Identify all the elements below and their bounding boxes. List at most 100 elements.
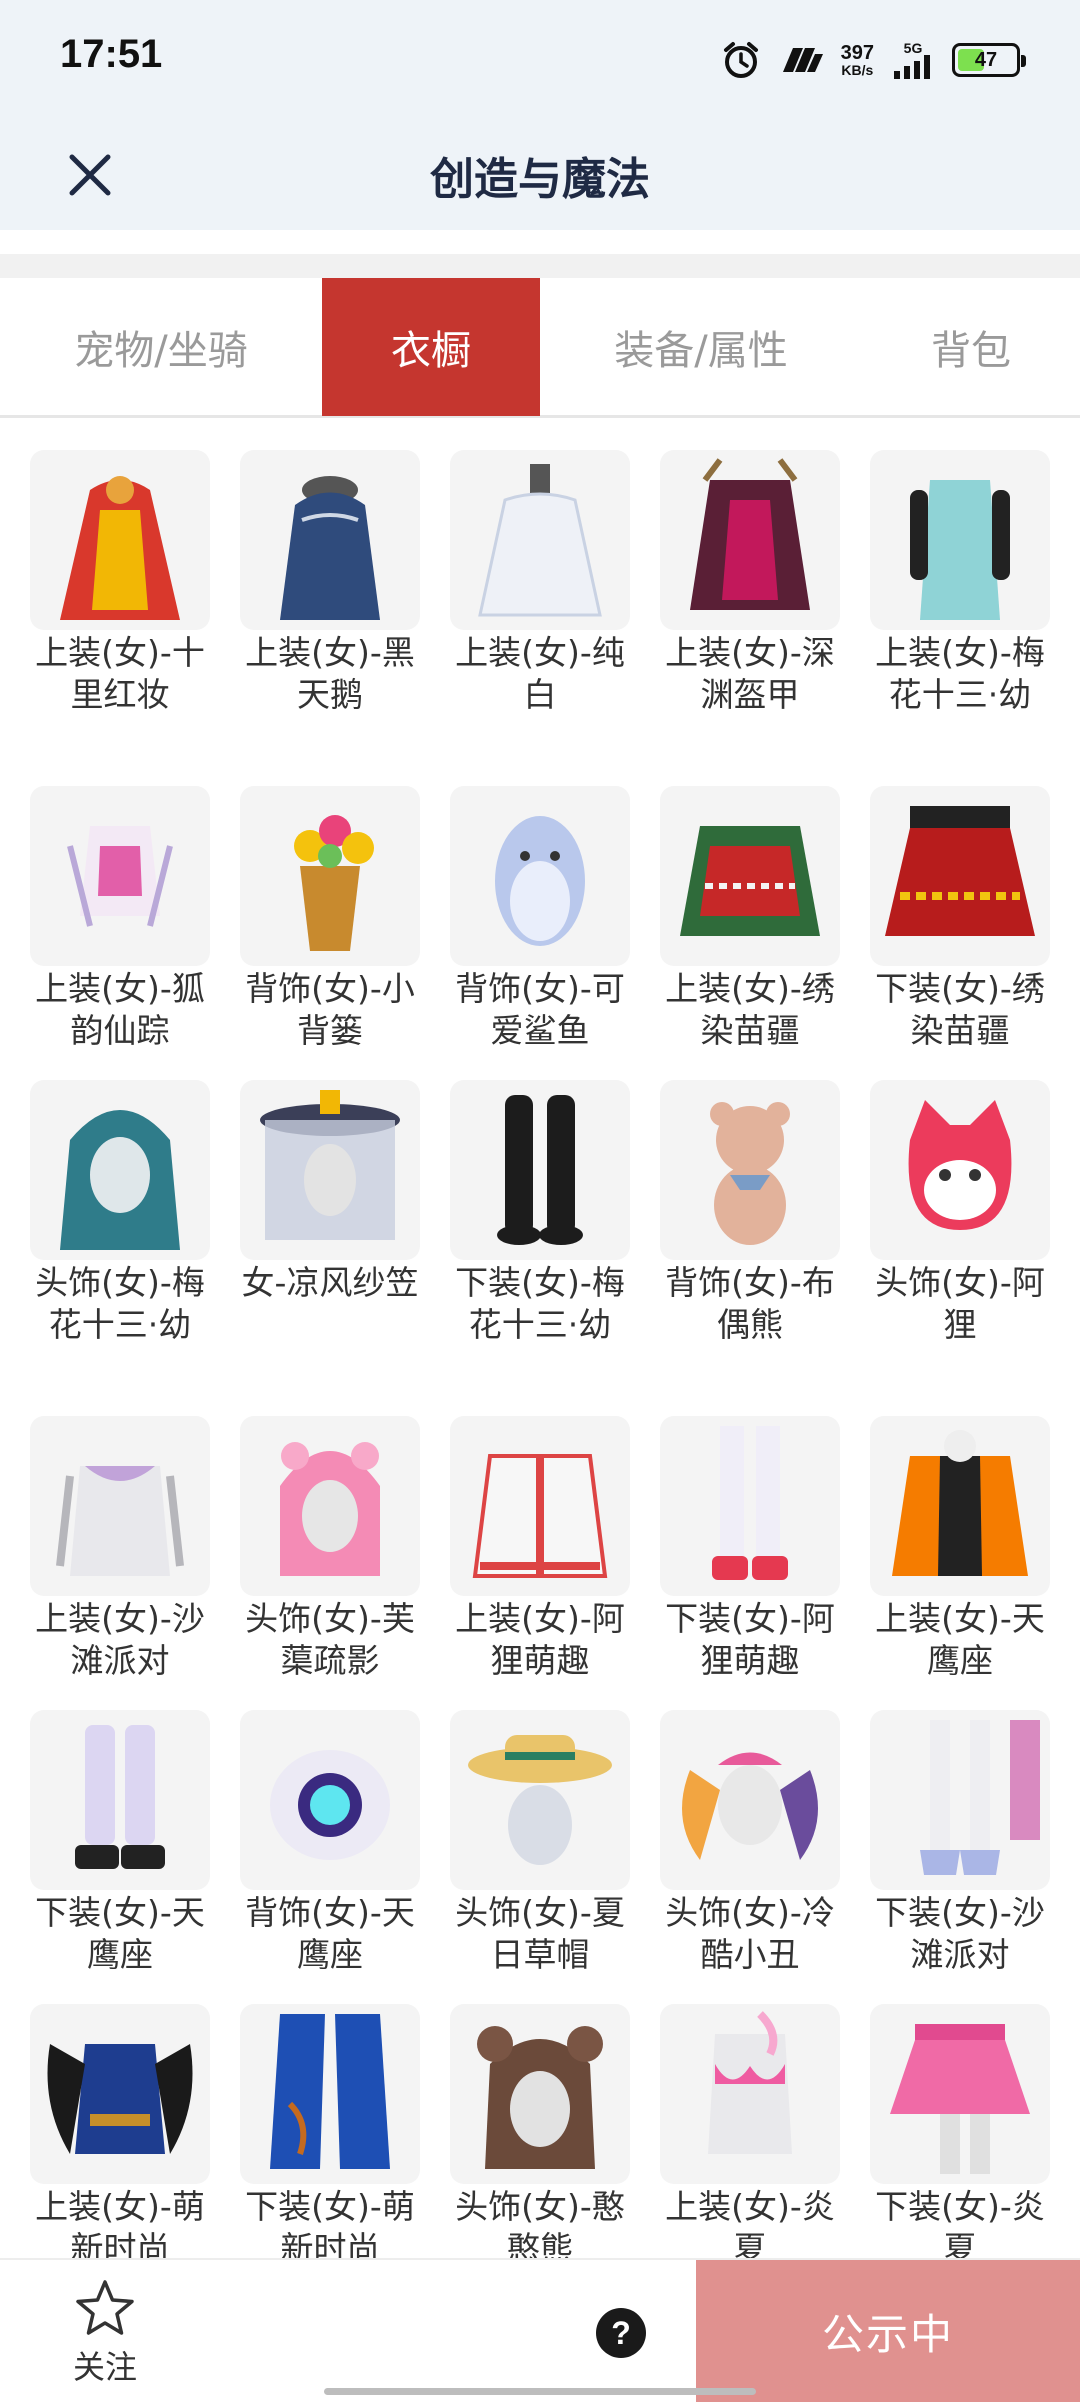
wardrobe-item-label: 下装(女)-沙滩派对 — [875, 1893, 1045, 1974]
wardrobe-item-label: 上装(女)-十里红妆 — [35, 633, 205, 714]
wardrobe-item[interactable]: 头饰(女)-阿狸 — [870, 1080, 1050, 1346]
pink-hair-icon — [240, 1416, 420, 1596]
wardrobe-item[interactable]: 下装(女)-萌新时尚 — [240, 2004, 420, 2258]
wardrobe-item-label: 背饰(女)-小背篓 — [245, 969, 415, 1050]
wardrobe-item-label: 上装(女)-绣染苗疆 — [665, 969, 835, 1050]
wardrobe-item[interactable]: 头饰(女)-憨憨熊 — [450, 2004, 630, 2258]
wardrobe-grid: 上装(女)-十里红妆 上装(女)-黑天鹅 上装(女)-纯白 上装(女)-深渊盔甲 上装(… — [0, 420, 1080, 2258]
wardrobe-item-label: 背饰(女)-天鹰座 — [245, 1893, 415, 1974]
wardrobe-item[interactable]: 下装(女)-阿狸萌趣 — [660, 1416, 840, 1682]
wardrobe-item-label: 下装(女)-梅花十三·幼 — [455, 1263, 625, 1344]
wardrobe-item[interactable]: 头饰(女)-夏日草帽 — [450, 1710, 630, 1976]
net-speed: 397 KB/s — [841, 43, 874, 77]
wardrobe-item[interactable]: 头饰(女)-冷酷小丑 — [660, 1710, 840, 1976]
white-jacket-icon — [450, 1416, 630, 1596]
blue-feather-top-icon — [30, 2004, 210, 2184]
wardrobe-item[interactable]: 下装(女)-绣染苗疆 — [870, 786, 1050, 1052]
wardrobe-item[interactable]: 背饰(女)-布偶熊 — [660, 1080, 840, 1346]
wardrobe-item-label: 头饰(女)-梅花十三·幼 — [35, 1263, 205, 1344]
black-swan-gown-icon — [240, 450, 420, 630]
wardrobe-item-label: 头饰(女)-夏日草帽 — [455, 1893, 625, 1974]
wardrobe-item[interactable]: 下装(女)-炎夏 — [870, 2004, 1050, 2258]
wardrobe-item-label: 下装(女)-萌新时尚 — [245, 2187, 415, 2258]
wardrobe-item-label: 上装(女)-天鹰座 — [875, 1599, 1045, 1680]
wardrobe-item-label: 背饰(女)-布偶熊 — [665, 1263, 835, 1344]
wardrobe-item-label: 上装(女)-狐韵仙踪 — [35, 969, 205, 1050]
wardrobe-item-label: 上装(女)-炎夏 — [665, 2187, 835, 2258]
veiled-hat-icon — [240, 1080, 420, 1260]
wardrobe-item-label: 上装(女)-黑天鹅 — [245, 633, 415, 714]
wardrobe-item[interactable]: 下装(女)-梅花十三·幼 — [450, 1080, 630, 1346]
header-spacer — [0, 230, 1080, 254]
net-speed-unit: KB/s — [841, 62, 874, 78]
wardrobe-item[interactable]: 上装(女)-萌新时尚 — [30, 2004, 210, 2258]
wardrobe-item[interactable]: 上装(女)-天鹰座 — [870, 1416, 1050, 1682]
beach-top-icon — [30, 1416, 210, 1596]
wardrobe-item[interactable]: 上装(女)-黑天鹅 — [240, 450, 420, 716]
tab-wardrobe[interactable]: 衣橱 — [322, 278, 540, 416]
pink-skirt-icon — [870, 2004, 1050, 2184]
close-button[interactable] — [60, 130, 120, 220]
miao-embroidered-skirt-icon — [870, 786, 1050, 966]
teal-qipao-icon — [870, 450, 1050, 630]
wardrobe-item[interactable]: 背饰(女)-可爱鲨鱼 — [450, 786, 630, 1052]
wardrobe-item[interactable]: 背饰(女)-小背篓 — [240, 786, 420, 1052]
flower-basket-icon — [240, 786, 420, 966]
wardrobe-item-label: 上装(女)-纯白 — [455, 633, 625, 714]
tab-backpack[interactable]: 背包 — [862, 278, 1080, 416]
mech-boots-icon — [30, 1710, 210, 1890]
wardrobe-item-label: 下装(女)-天鹰座 — [35, 1893, 205, 1974]
beach-sandals-icon — [870, 1710, 1050, 1890]
status-time: 17:51 — [60, 32, 163, 76]
publicity-status-button[interactable]: 公示中 — [696, 2260, 1080, 2402]
clown-pigtails-icon — [660, 1710, 840, 1890]
wardrobe-item[interactable]: 头饰(女)-梅花十三·幼 — [30, 1080, 210, 1346]
wardrobe-item[interactable]: 背饰(女)-天鹰座 — [240, 1710, 420, 1976]
network-logo-icon — [779, 44, 823, 76]
wardrobe-item[interactable]: 上装(女)-深渊盔甲 — [660, 450, 840, 716]
follow-button[interactable]: 关注 — [50, 2278, 160, 2388]
wardrobe-item-label: 上装(女)-萌新时尚 — [35, 2187, 205, 2258]
net-speed-value: 397 — [840, 42, 874, 64]
wardrobe-item[interactable]: 上装(女)-沙滩派对 — [30, 1416, 210, 1682]
wardrobe-item-label: 上装(女)-梅花十三·幼 — [875, 633, 1045, 714]
black-boots-icon — [450, 1080, 630, 1260]
teal-hair-icon — [30, 1080, 210, 1260]
wardrobe-item[interactable]: 上装(女)-阿狸萌趣 — [450, 1416, 630, 1682]
wardrobe-item[interactable]: 女-凉风纱笠 — [240, 1080, 420, 1304]
wardrobe-item[interactable]: 上装(女)-炎夏 — [660, 2004, 840, 2258]
section-divider — [0, 254, 1080, 278]
orange-jacket-icon — [870, 1416, 1050, 1596]
wardrobe-item-label: 女-凉风纱笠 — [241, 1263, 419, 1302]
wardrobe-item-label: 下装(女)-绣染苗疆 — [875, 969, 1045, 1050]
wardrobe-item[interactable]: 上装(女)-纯白 — [450, 450, 630, 716]
wardrobe-item[interactable]: 头饰(女)-芙蕖疏影 — [240, 1416, 420, 1682]
wardrobe-item-label: 头饰(女)-冷酷小丑 — [665, 1893, 835, 1974]
ali-fox-head-icon — [870, 1080, 1050, 1260]
bottom-bar: 关注 ? 公示中 — [0, 2258, 1080, 2402]
wardrobe-item-label: 头饰(女)-憨憨熊 — [455, 2187, 625, 2258]
mech-backpack-icon — [240, 1710, 420, 1890]
star-icon — [76, 2280, 134, 2335]
white-stockings-icon — [660, 1416, 840, 1596]
alarm-icon — [721, 40, 761, 80]
teddy-bear-icon — [660, 1080, 840, 1260]
signal-label: 5G — [903, 40, 923, 56]
category-tabs: 宠物/坐骑 衣橱 装备/属性 背包 — [0, 278, 1080, 418]
help-icon[interactable]: ? — [596, 2308, 646, 2358]
wardrobe-item[interactable]: 上装(女)-绣染苗疆 — [660, 786, 840, 1052]
wardrobe-item[interactable]: 下装(女)-天鹰座 — [30, 1710, 210, 1976]
wardrobe-item[interactable]: 上装(女)-十里红妆 — [30, 450, 210, 716]
bear-ears-hair-icon — [450, 2004, 630, 2184]
tab-equipment-attributes[interactable]: 装备/属性 — [540, 278, 862, 416]
wardrobe-item[interactable]: 下装(女)-沙滩派对 — [870, 1710, 1050, 1976]
wardrobe-item[interactable]: 上装(女)-狐韵仙踪 — [30, 786, 210, 1052]
battery-level: 47 — [974, 48, 998, 71]
home-indicator — [324, 2388, 756, 2395]
wardrobe-item-label: 头饰(女)-阿狸 — [875, 1263, 1045, 1344]
app-header: 创造与魔法 — [0, 120, 1080, 230]
tab-pets-mounts[interactable]: 宠物/坐骑 — [0, 278, 322, 416]
pink-bikini-top-icon — [660, 2004, 840, 2184]
wardrobe-item-label: 下装(女)-炎夏 — [875, 2187, 1045, 2258]
wardrobe-item[interactable]: 上装(女)-梅花十三·幼 — [870, 450, 1050, 716]
